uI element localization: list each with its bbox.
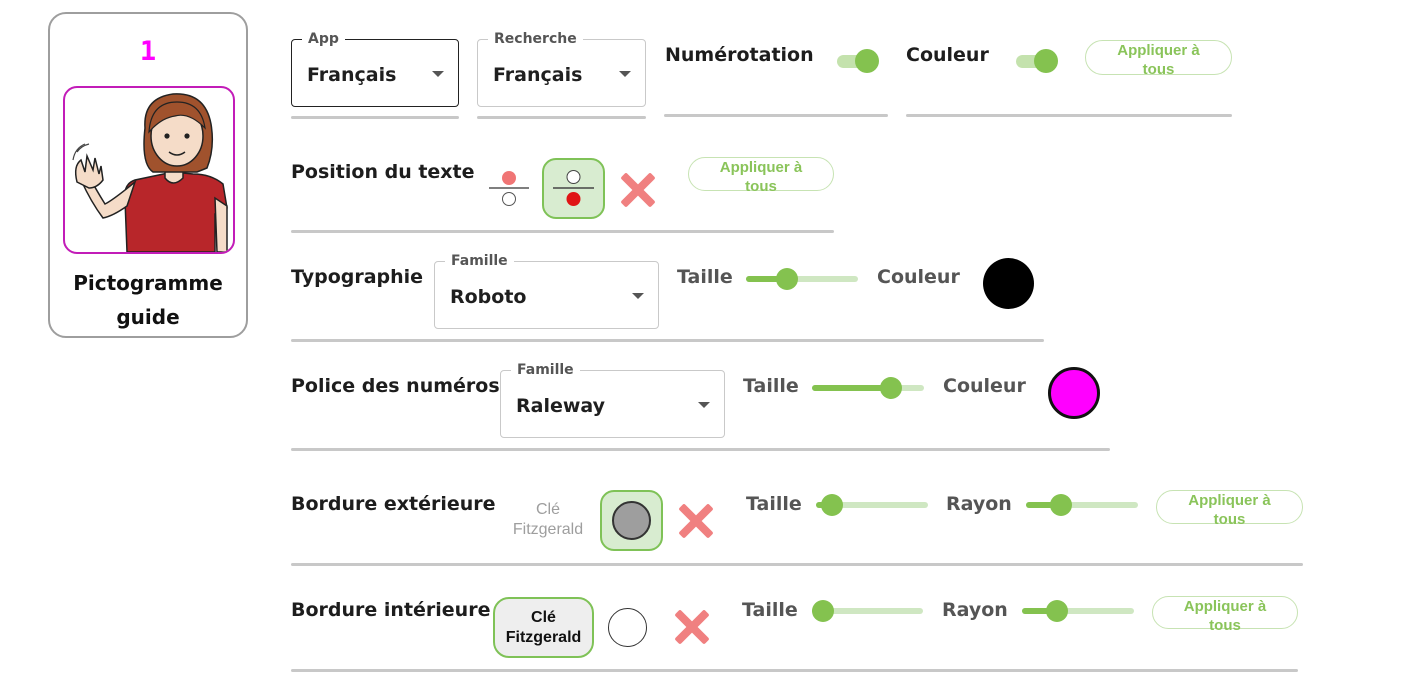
divider <box>291 116 459 119</box>
radius-label: Rayon <box>946 493 1012 515</box>
typography-color-swatch[interactable] <box>983 258 1034 309</box>
number-font-color-swatch[interactable] <box>1048 367 1100 419</box>
outer-border-size-slider[interactable] <box>816 494 928 516</box>
color-toggle[interactable] <box>1016 48 1058 74</box>
app-select-value: Français <box>307 64 397 86</box>
text-above-option[interactable] <box>487 168 531 208</box>
number-font-family-select[interactable]: Famille Raleway <box>500 362 725 438</box>
numbering-toggle[interactable] <box>837 48 879 74</box>
divider <box>291 339 1044 342</box>
family-value: Raleway <box>516 395 606 417</box>
inner-border-label: Bordure intérieure <box>291 599 491 621</box>
divider <box>291 448 1110 451</box>
color-label: Couleur <box>906 44 989 66</box>
apply-all-button[interactable]: Appliquer à tous <box>688 157 834 195</box>
divider <box>291 230 834 233</box>
divider <box>477 116 646 119</box>
divider <box>291 669 1298 672</box>
family-legend: Famille <box>511 362 580 378</box>
fitzgerald-key-option[interactable]: Clé Fitzgerald <box>493 597 594 658</box>
number-font-size-slider[interactable] <box>812 377 924 399</box>
outer-border-color-option[interactable] <box>600 490 663 551</box>
family-value: Roboto <box>450 286 527 308</box>
search-select-value: Français <box>493 64 583 86</box>
color-label: Couleur <box>877 266 960 288</box>
chevron-down-icon <box>432 71 444 77</box>
divider <box>291 563 1303 566</box>
outer-border-label: Bordure extérieure <box>291 493 496 515</box>
remove-inner-border-icon[interactable] <box>673 608 711 646</box>
inner-border-color-swatch[interactable] <box>608 608 647 647</box>
apply-all-button[interactable]: Appliquer à tous <box>1156 490 1303 528</box>
outer-border-radius-slider[interactable] <box>1026 494 1138 516</box>
apply-all-button[interactable]: Appliquer à tous <box>1085 40 1232 78</box>
card-title: Pictogramme guide <box>73 271 223 329</box>
typography-size-slider[interactable] <box>746 268 858 290</box>
color-label: Couleur <box>943 375 1026 397</box>
text-below-option[interactable] <box>542 158 605 219</box>
size-label: Taille <box>742 599 798 621</box>
text-position-label: Position du texte <box>291 161 475 183</box>
inner-border-radius-slider[interactable] <box>1022 600 1134 622</box>
apply-all-button[interactable]: Appliquer à tous <box>1152 596 1298 634</box>
search-language-select[interactable]: Recherche Français <box>477 31 646 107</box>
pictogram-image <box>63 86 235 254</box>
divider <box>906 114 1232 117</box>
chevron-down-icon <box>698 402 710 408</box>
remove-text-icon[interactable] <box>619 171 657 209</box>
inner-border-size-slider[interactable] <box>812 600 923 622</box>
divider <box>664 114 888 117</box>
numbering-label: Numérotation <box>665 44 814 66</box>
size-label: Taille <box>746 493 802 515</box>
card-number: 1 <box>139 36 157 67</box>
remove-outer-border-icon[interactable] <box>677 502 715 540</box>
typography-family-select[interactable]: Famille Roboto <box>434 253 659 329</box>
fitzgerald-key-option[interactable]: Clé Fitzgerald <box>500 500 596 540</box>
radius-label: Rayon <box>942 599 1008 621</box>
family-legend: Famille <box>445 253 514 269</box>
number-font-label: Police des numéros <box>291 375 500 397</box>
size-label: Taille <box>743 375 799 397</box>
search-select-legend: Recherche <box>488 31 583 47</box>
chevron-down-icon <box>619 71 631 77</box>
chevron-down-icon <box>632 293 644 299</box>
size-label: Taille <box>677 266 733 288</box>
app-language-select[interactable]: App Français <box>291 31 459 107</box>
outer-border-color-swatch <box>612 501 651 540</box>
typography-label: Typographie <box>291 266 424 288</box>
pictogram-card[interactable]: 1 Pictogramme guide <box>48 12 248 338</box>
app-select-legend: App <box>302 31 345 47</box>
